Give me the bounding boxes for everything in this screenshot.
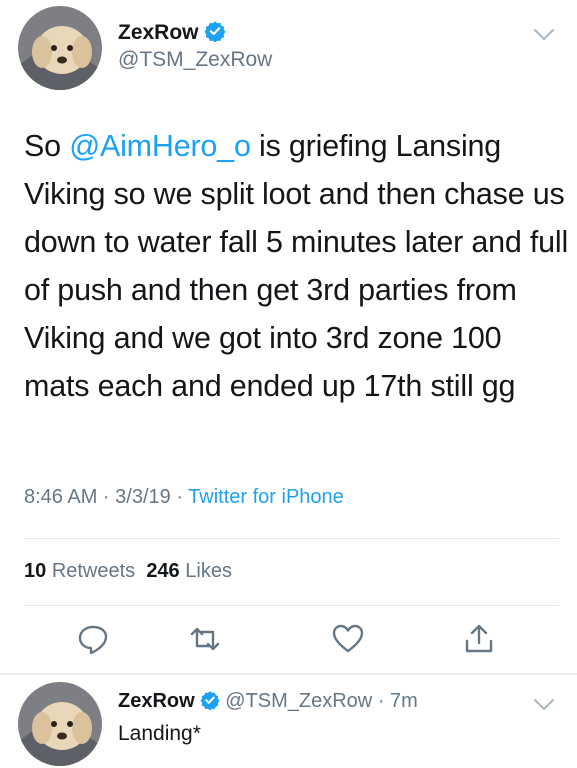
tweet-meta: 8:46 AM · 3/3/19 · Twitter for iPhone <box>24 486 344 509</box>
reply-text: Landing* <box>118 722 201 745</box>
chevron-down-icon[interactable] <box>533 698 555 712</box>
likes-label: Likes <box>185 560 232 582</box>
share-icon[interactable] <box>462 622 496 656</box>
tweet-text-suffix: is griefing Lansing Viking so we split l… <box>24 129 569 403</box>
divider <box>24 605 559 606</box>
reply-age: · 7m <box>377 690 418 712</box>
reply-icon[interactable] <box>76 622 110 656</box>
retweets-stat[interactable]: 10 Retweets <box>24 560 135 582</box>
retweets-count: 10 <box>24 560 47 582</box>
section-divider <box>0 673 577 675</box>
divider <box>24 538 559 539</box>
author-name-text: ZexRow <box>118 21 199 44</box>
tweet-text: So @AimHero_o is griefing Lansing Viking… <box>24 122 569 410</box>
chevron-down-icon[interactable] <box>533 28 555 42</box>
author-avatar[interactable] <box>18 6 102 90</box>
verified-badge-icon <box>200 691 220 710</box>
tweet-stats: 10 Retweets 246 Likes <box>24 560 232 583</box>
dog-photo-icon <box>18 682 102 766</box>
reply-header: ZexRow @TSM_ZexRow · 7m <box>118 690 418 713</box>
likes-stat[interactable]: 246 Likes <box>146 560 232 582</box>
mention-link[interactable]: @AimHero_o <box>69 129 251 163</box>
verified-badge-icon <box>203 21 226 42</box>
tweet-text-prefix: So <box>24 129 70 163</box>
retweets-label: Retweets <box>51 560 136 582</box>
heart-icon[interactable] <box>331 622 365 656</box>
tweet-source-link[interactable]: Twitter for iPhone <box>188 486 344 508</box>
author-handle[interactable]: @TSM_ZexRow <box>118 48 272 72</box>
author-name[interactable]: ZexRow <box>118 20 226 45</box>
tweet-timestamp: 8:46 AM · 3/3/19 · <box>24 486 189 508</box>
likes-count: 246 <box>146 560 180 582</box>
reply-author-name[interactable]: ZexRow <box>118 690 195 712</box>
dog-photo-icon <box>18 6 102 90</box>
reply-author-handle[interactable]: @TSM_ZexRow <box>225 690 372 712</box>
reply-author-avatar[interactable] <box>18 682 102 766</box>
retweet-icon[interactable] <box>188 622 222 656</box>
